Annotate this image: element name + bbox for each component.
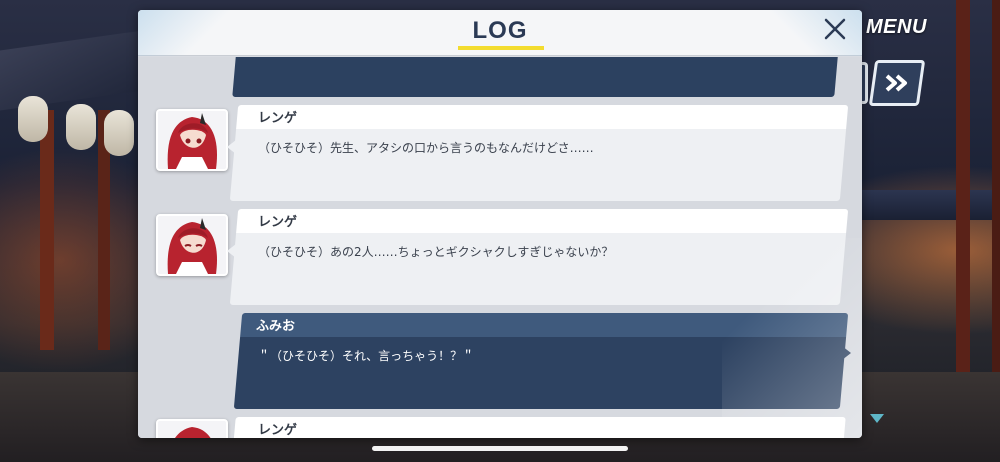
double-chevron-right-icon — [885, 74, 907, 92]
shrine-roof — [860, 190, 1000, 220]
avatar — [156, 109, 228, 171]
home-indicator[interactable] — [372, 446, 628, 451]
close-button[interactable] — [820, 14, 850, 44]
shrine-pillar — [992, 0, 1000, 380]
avatar — [156, 419, 228, 438]
speaker-name: ふみお — [256, 319, 296, 334]
close-icon — [824, 18, 846, 40]
log-entry-partial — [232, 57, 838, 97]
log-list[interactable]: レンゲ （ひそひそ）先生、アタシの口から言うのもなんだけどさ…… レンゲ （ひそ… — [138, 57, 862, 438]
menu-button[interactable]: MENU — [866, 16, 927, 39]
log-panel: LOG レンゲ （ひそひそ）先生、アタシの口から言うのもなんだけどさ…… レンゲ… — [138, 10, 862, 438]
log-header: LOG — [138, 10, 862, 56]
speaker-name: レンゲ — [258, 423, 298, 438]
dialogue-text: （ひそひそ）あの2人……ちょっとギクシャクしすぎじゃないか？ — [258, 245, 614, 259]
log-entry — [232, 417, 846, 438]
title-underline — [458, 46, 544, 50]
paper-lantern — [18, 96, 48, 142]
triangle-down-icon — [870, 414, 884, 423]
dialogue-text: （ひそひそ）先生、アタシの口から言うのもなんだけどさ…… — [258, 141, 594, 155]
character-portrait — [158, 421, 226, 438]
fast-forward-button[interactable] — [868, 60, 926, 106]
bubble-pointer — [227, 244, 236, 258]
dialogue-text: ＂（ひそひそ）それ、言っちゃう！？＂ — [258, 349, 475, 363]
speaker-name: レンゲ — [258, 215, 298, 230]
bubble-pointer — [227, 140, 236, 154]
character-portrait — [158, 111, 226, 169]
shrine-pillar — [40, 110, 54, 350]
shrine-pillar — [956, 0, 970, 380]
paper-lantern — [104, 110, 134, 156]
avatar — [156, 214, 228, 276]
paper-lantern — [66, 104, 96, 150]
speaker-name: レンゲ — [258, 111, 298, 126]
bubble-pointer — [842, 346, 851, 360]
character-portrait — [158, 216, 226, 274]
log-title: LOG — [472, 17, 528, 44]
